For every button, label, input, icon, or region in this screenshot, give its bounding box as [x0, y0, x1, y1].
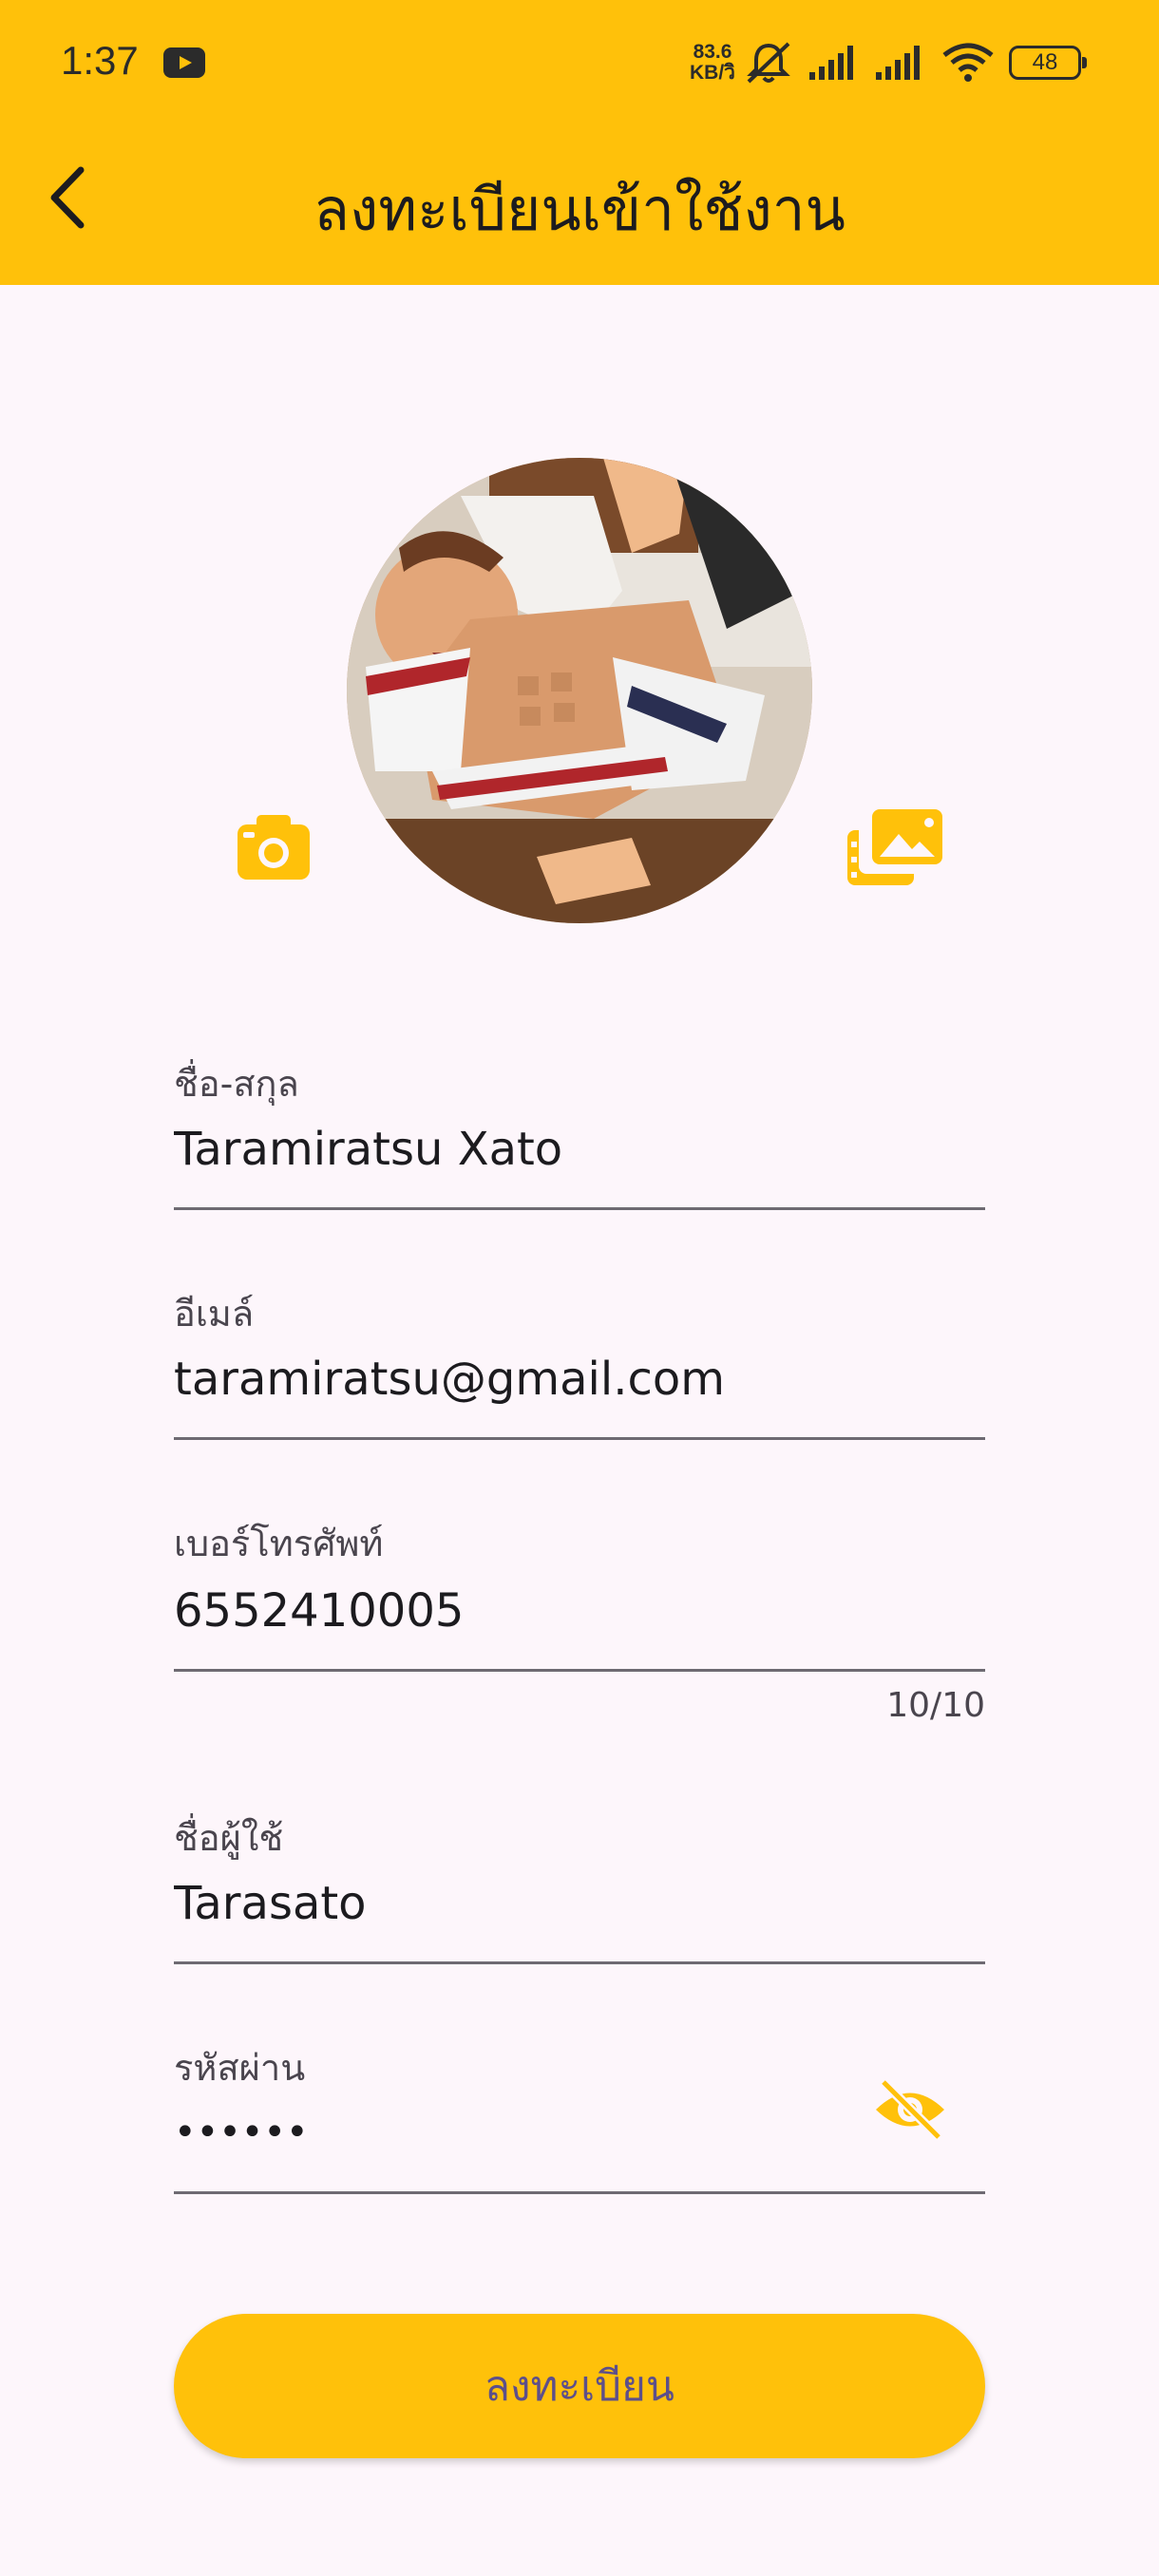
app-bar: ลงทะเบียนเข้าใช้งาน — [0, 142, 1159, 256]
password-visibility-toggle[interactable] — [872, 2076, 948, 2143]
visibility-off-icon — [876, 2078, 944, 2141]
status-time: 1:37 — [61, 38, 139, 83]
signal-1-icon — [809, 46, 853, 80]
battery-indicator: 48 — [1009, 46, 1087, 80]
username-input[interactable] — [174, 1877, 896, 1930]
password-field[interactable]: รหัสผ่าน — [174, 2038, 985, 2194]
username-label: ชื่อผู้ใช้ — [174, 1817, 284, 1859]
email-field[interactable]: อีเมล์ — [174, 1284, 985, 1440]
email-input[interactable] — [174, 1353, 896, 1406]
phone-character-counter: 10/10 — [886, 1686, 985, 1725]
fullname-input[interactable] — [174, 1123, 896, 1176]
mute-icon — [747, 42, 790, 84]
camera-icon — [238, 815, 310, 880]
gallery-button[interactable] — [846, 807, 944, 887]
top-bar: 1:37 83.6 KB/วิ 48 ลงทะเบียนเข้าใช้งาน — [0, 0, 1159, 285]
camera-button[interactable] — [234, 811, 314, 883]
password-label: รหัสผ่าน — [174, 2047, 306, 2089]
register-screen: 1:37 83.6 KB/วิ 48 ลงทะเบียนเข้าใช้งาน ช… — [0, 0, 1159, 2576]
avatar-illustration — [347, 458, 812, 923]
phone-label: เบอร์โทรศัพท์ — [174, 1523, 384, 1564]
photo-library-icon — [847, 809, 942, 885]
phone-field[interactable]: เบอร์โทรศัพท์ — [174, 1514, 985, 1672]
password-input[interactable] — [174, 2111, 896, 2154]
network-speed: 83.6 KB/วิ — [684, 42, 741, 84]
phone-input[interactable] — [174, 1584, 896, 1638]
fullname-label: ชื่อ-สกุล — [174, 1063, 299, 1105]
youtube-notification-icon — [163, 47, 205, 78]
profile-avatar — [347, 458, 812, 923]
signal-2-icon — [876, 46, 920, 80]
network-speed-value: 83.6 — [693, 41, 732, 63]
network-speed-unit: KB/วิ — [690, 62, 735, 84]
status-icons: 48 — [743, 36, 1087, 89]
username-field[interactable]: ชื่อผู้ใช้ — [174, 1809, 985, 1964]
status-bar: 1:37 83.6 KB/วิ 48 — [0, 0, 1159, 128]
email-label: อีเมล์ — [174, 1293, 255, 1335]
fullname-field[interactable]: ชื่อ-สกุล — [174, 1054, 985, 1210]
register-button[interactable]: ลงทะเบียน — [174, 2314, 985, 2458]
page-title: ลงทะเบียนเข้าใช้งาน — [314, 175, 846, 244]
wifi-icon — [942, 43, 994, 82]
